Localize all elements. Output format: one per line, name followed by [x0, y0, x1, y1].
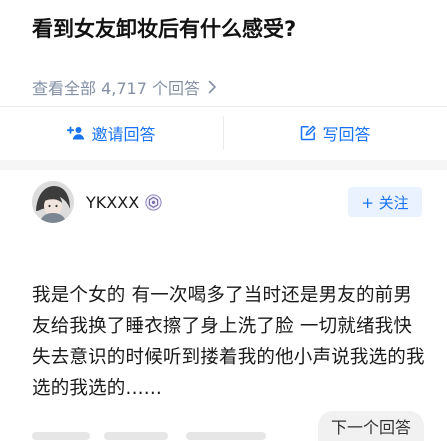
invite-user-icon: [67, 126, 85, 140]
invite-answer-label: 邀请回答: [91, 125, 156, 144]
follow-button[interactable]: + 关注: [348, 187, 422, 217]
view-all-label: 查看全部 4,717 个回答: [32, 79, 200, 98]
chevron-right-icon: [208, 80, 217, 94]
answer-content[interactable]: 我是个女的 有一次喝多了当时还是男友的前男友给我换了睡衣擦了身上洗了脸 一切就绪…: [32, 280, 426, 404]
verified-badge-icon: [145, 193, 162, 211]
answer-author: YKXXX + 关注: [32, 178, 422, 226]
pencil-edit-icon: [300, 125, 316, 141]
next-answer-button[interactable]: 下一个回答: [318, 411, 424, 441]
blurred-content: [104, 432, 168, 440]
blurred-content: [32, 432, 90, 440]
question-title[interactable]: 看到女友卸妆后有什么感受?: [32, 12, 427, 46]
write-answer-button[interactable]: 写回答: [224, 106, 447, 160]
avatar[interactable]: [32, 181, 74, 223]
question-page: 看到女友卸妆后有什么感受? 查看全部 4,717 个回答 邀请回答 写回答 YK…: [0, 0, 447, 441]
question-action-bar: 邀请回答 写回答: [0, 106, 447, 160]
author-name[interactable]: YKXXX: [86, 193, 139, 212]
invite-answer-button[interactable]: 邀请回答: [0, 106, 223, 160]
view-all-answers-link[interactable]: 查看全部 4,717 个回答: [32, 74, 217, 100]
section-separator: [0, 160, 447, 170]
blurred-content: [186, 432, 266, 440]
write-answer-label: 写回答: [322, 125, 371, 144]
